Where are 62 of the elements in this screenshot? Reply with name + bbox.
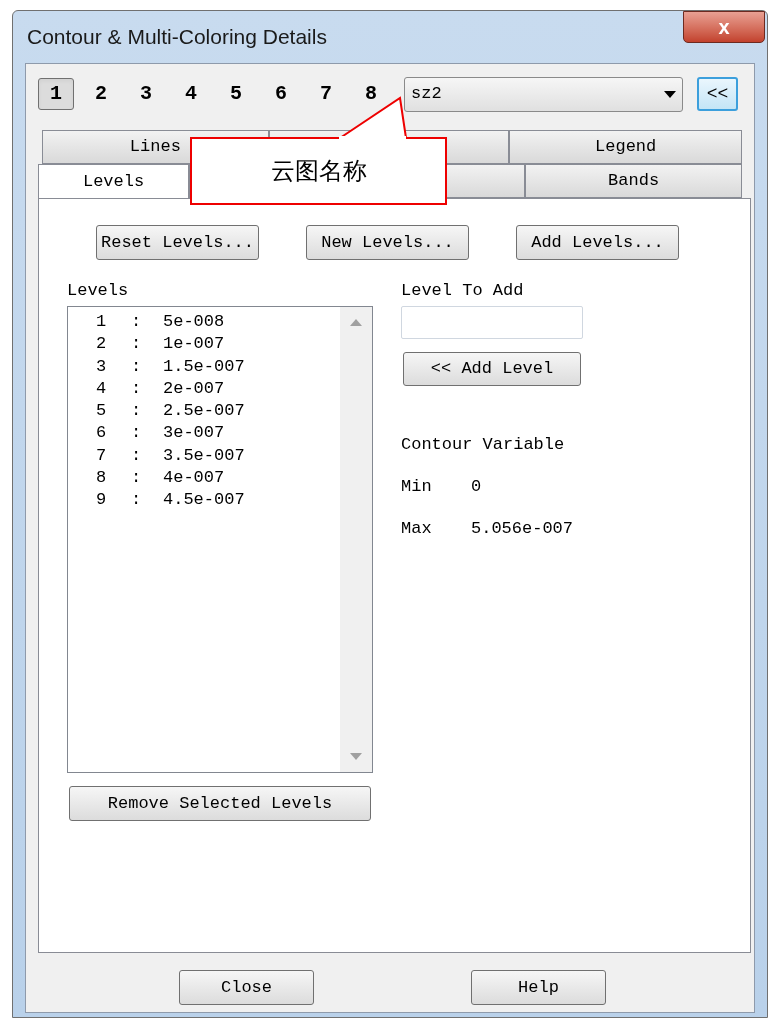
action-button[interactable]: New Levels... (306, 225, 469, 260)
group-number-button[interactable]: 5 (218, 78, 254, 110)
level-separator: : (130, 333, 143, 356)
window-title: Contour & Multi-Coloring Details (27, 24, 328, 50)
level-separator: : (130, 400, 143, 423)
level-value: 1e-007 (163, 333, 225, 356)
level-separator: : (130, 467, 143, 490)
level-value: 5e-008 (163, 311, 225, 333)
level-separator: : (130, 489, 143, 512)
callout-text: 云图名称 (270, 156, 367, 187)
level-index: 5 (95, 400, 105, 423)
level-separator: : (130, 444, 143, 467)
level-index: 3 (95, 355, 105, 378)
max-label: Max (401, 518, 433, 540)
scroll-up-icon[interactable] (350, 319, 362, 326)
collapse-button[interactable]: << (697, 77, 738, 111)
level-index: 8 (95, 467, 105, 490)
group-number-button[interactable]: 6 (263, 78, 299, 110)
add-level-button[interactable]: << Add Level (403, 352, 581, 386)
level-value: 3.5e-007 (163, 444, 245, 467)
levels-list[interactable]: 1 : 5e-008 2 : 1e-007 3 : 1.5e-007 4 : 2e-007 5 : 2.5e-007 6 : 3e-007 7 : 3.5e-007 8 : 4e-007 9 : 4.5e-007 (67, 306, 373, 773)
level-index: 6 (95, 422, 105, 445)
action-button[interactable]: Add Levels... (516, 225, 679, 260)
group-number-button[interactable]: 1 (38, 78, 74, 110)
tab[interactable]: Bands (525, 164, 742, 198)
level-index: 1 (95, 311, 105, 333)
scroll-down-icon[interactable] (350, 753, 362, 760)
level-value: 3e-007 (163, 422, 225, 445)
level-value: 4.5e-007 (163, 489, 245, 512)
group-number-button[interactable]: 8 (353, 78, 389, 110)
min-label: Min (401, 476, 433, 498)
group-number-button[interactable]: 7 (308, 78, 344, 110)
dropdown-arrow-icon (664, 90, 676, 98)
group-number-button[interactable]: 3 (128, 78, 164, 110)
footer-button[interactable]: Help (471, 970, 606, 1005)
level-separator: : (130, 422, 143, 445)
tab[interactable]: Legend (509, 130, 742, 164)
level-input[interactable] (401, 306, 583, 339)
contour-variable-label: Contour Variable (401, 434, 566, 456)
max-value: 5.056e-007 (471, 518, 574, 540)
level-value: 1.5e-007 (163, 355, 245, 378)
min-value: 0 (471, 476, 482, 498)
level-index: 9 (95, 489, 105, 512)
level-to-add-label: Level To Add (401, 280, 525, 302)
level-separator: : (130, 377, 143, 400)
level-separator: : (130, 311, 143, 333)
tab[interactable]: Levels (38, 164, 190, 198)
level-value: 4e-007 (163, 467, 225, 490)
level-index: 4 (95, 377, 105, 400)
name-dropdown[interactable]: sz2 (404, 76, 683, 112)
levels-label: Levels (67, 280, 130, 302)
group-number-button[interactable]: 4 (173, 78, 209, 110)
scrollbar[interactable] (340, 307, 372, 772)
action-button[interactable]: Reset Levels... (96, 225, 259, 260)
footer-button[interactable]: Close (179, 970, 314, 1005)
level-value: 2.5e-007 (163, 400, 245, 423)
level-value: 2e-007 (163, 377, 225, 400)
level-index: 7 (95, 444, 105, 467)
level-index: 2 (95, 333, 105, 356)
remove-levels-button[interactable]: Remove Selected Levels (69, 786, 371, 821)
level-separator: : (130, 355, 143, 378)
group-number-button[interactable]: 2 (83, 78, 119, 110)
